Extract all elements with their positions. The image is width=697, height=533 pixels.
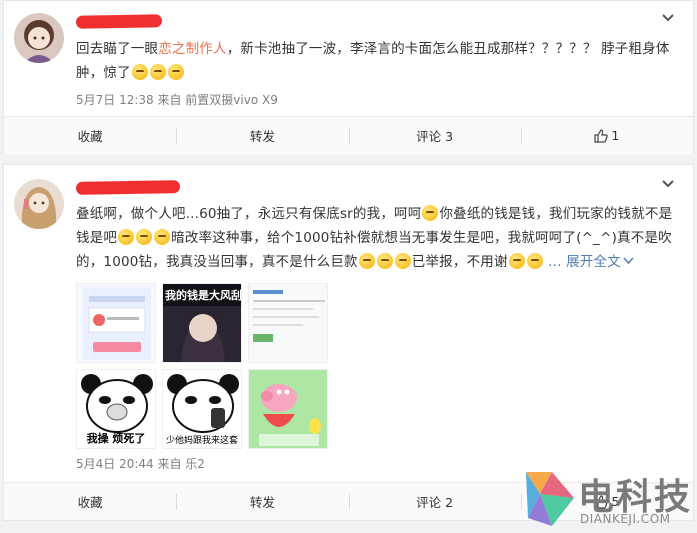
post-text: 叠纸啊，做个人吧...60抽了，永远只有保底sr的我，呵呵 你叠纸的钱是钱，我们玩… xyxy=(76,205,673,270)
image-thumbnail[interactable] xyxy=(248,369,328,449)
thumbs-up-icon xyxy=(594,128,609,143)
smile-emoji-icon xyxy=(167,64,184,80)
smirk-emoji-icon xyxy=(422,205,439,221)
image-caption: 我的钱是大风刮来 xyxy=(165,289,242,302)
avatar[interactable] xyxy=(14,179,64,229)
smile-emoji-icon xyxy=(149,64,166,80)
redacted-username[interactable] xyxy=(75,180,181,195)
expand-full-text-link[interactable]: ... 展开全文 xyxy=(548,254,621,270)
chevron-down-icon[interactable] xyxy=(661,11,675,25)
comment-button[interactable]: 评论 3 xyxy=(348,117,521,154)
favorite-button[interactable]: 收藏 xyxy=(4,483,176,520)
image-thumbnail[interactable]: 我操 烦死了 xyxy=(76,369,156,449)
weibo-card-1: 回去瞄了一眼恋之制作人，新卡池抽了一波，李泽言的卡面怎么能丑成那样？？？？？ 脖… xyxy=(3,0,694,154)
post-meta[interactable]: 5月4日 20:44 来自 乐2 xyxy=(76,455,205,472)
angry-emoji-icon xyxy=(118,229,135,245)
smile-emoji-icon xyxy=(376,253,393,269)
angry-emoji-icon xyxy=(136,229,153,245)
repost-button[interactable]: 转发 xyxy=(176,483,348,520)
repost-button[interactable]: 转发 xyxy=(176,117,348,154)
image-caption: 少他妈跟我来这套 xyxy=(165,436,238,446)
chevron-down-icon[interactable] xyxy=(661,177,675,191)
action-bar: 收藏 转发 评论 3 1 xyxy=(4,116,693,154)
image-thumbnail[interactable]: 少他妈跟我来这套 xyxy=(162,369,242,449)
favorite-button[interactable]: 收藏 xyxy=(4,117,176,154)
redacted-username[interactable] xyxy=(75,14,163,29)
topic-link[interactable]: 恋之制作人 xyxy=(158,41,227,57)
image-thumbnail[interactable] xyxy=(76,283,156,363)
watermark-text-en: DIANKEJI.COM xyxy=(580,512,671,526)
chevron-down-icon xyxy=(623,257,634,265)
smile-emoji-icon xyxy=(131,64,148,80)
image-thumbnail[interactable]: 我的钱是大风刮来 xyxy=(162,283,242,363)
smile-emoji-icon xyxy=(358,253,375,269)
like-button[interactable]: 1 xyxy=(520,117,693,154)
image-thumbnail[interactable] xyxy=(248,283,328,363)
comment-button[interactable]: 评论 2 xyxy=(348,483,521,520)
image-caption: 我操 烦死了 xyxy=(86,432,146,445)
avatar[interactable] xyxy=(14,13,64,63)
smile-emoji-icon xyxy=(526,253,543,269)
post-text: 回去瞄了一眼恋之制作人，新卡池抽了一波，李泽言的卡面怎么能丑成那样？？？？？ 脖… xyxy=(76,41,670,81)
watermark-logo: 电科技 DIANKEJI.COM xyxy=(520,466,695,530)
diankeji-logo-icon xyxy=(526,472,574,526)
angry-emoji-icon xyxy=(154,229,171,245)
smile-emoji-icon xyxy=(394,253,411,269)
post-meta[interactable]: 5月7日 12:38 来自 前置双摄vivo X9 xyxy=(76,91,278,108)
smile-emoji-icon xyxy=(508,253,525,269)
